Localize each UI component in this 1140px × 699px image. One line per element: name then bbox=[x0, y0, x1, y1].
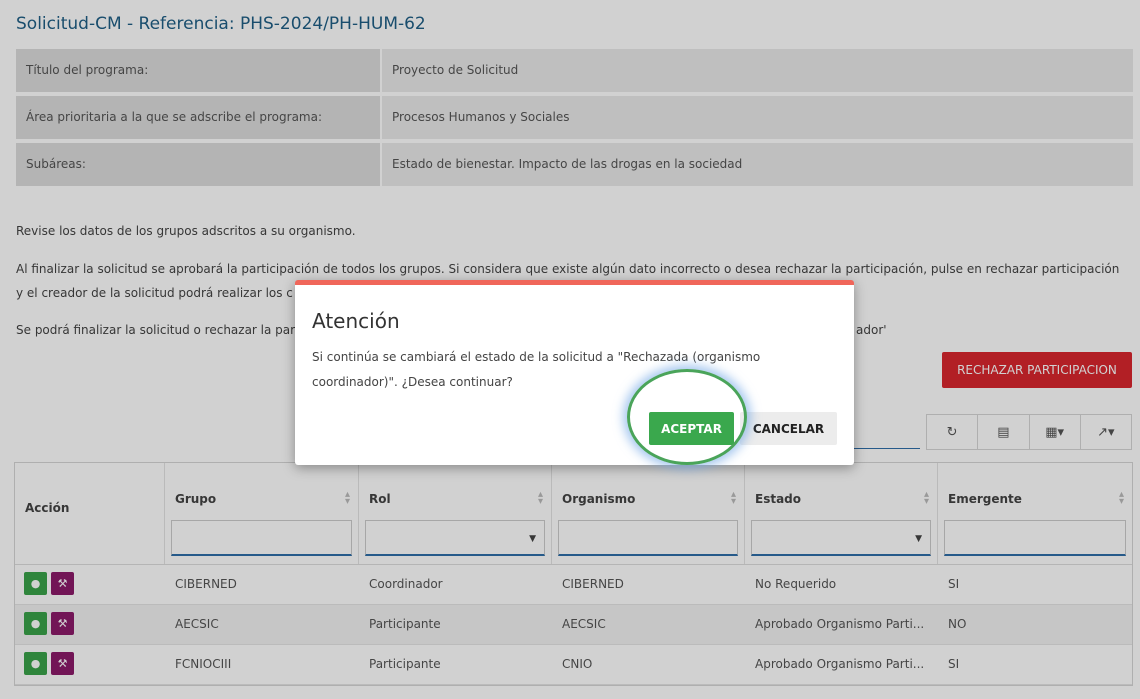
highlight-ring bbox=[627, 369, 747, 465]
cancel-button[interactable]: CANCELAR bbox=[740, 412, 837, 445]
confirm-dialog: Atención Si continúa se cambiará el esta… bbox=[295, 280, 854, 465]
dialog-message-line: Si continúa se cambiará el estado de la … bbox=[312, 350, 761, 364]
dialog-title: Atención bbox=[312, 309, 400, 333]
page: Solicitud-CM - Referencia: PHS-2024/PH-H… bbox=[0, 0, 1140, 699]
